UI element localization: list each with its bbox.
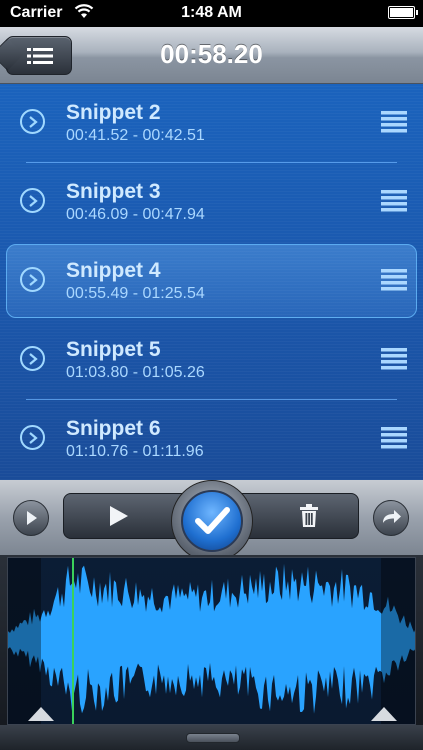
- playhead-marker[interactable]: [72, 558, 74, 724]
- elapsed-time-title: 00:58.20: [160, 39, 263, 69]
- reorder-handle-icon[interactable]: [381, 190, 407, 212]
- trash-icon: [300, 504, 318, 527]
- unselected-region-left: [8, 558, 41, 724]
- play-circle-icon[interactable]: [20, 109, 45, 134]
- snippet-range: 00:55.49 - 01:25.54: [66, 285, 205, 302]
- checkmark-icon: [195, 507, 230, 534]
- play-circle-icon[interactable]: [20, 267, 45, 292]
- reorder-handle-icon[interactable]: [381, 348, 407, 370]
- play-circle-icon[interactable]: [20, 346, 45, 371]
- playback-controls: [0, 480, 423, 562]
- end-handle-icon[interactable]: [371, 707, 397, 721]
- snippet-row[interactable]: Snippet 2 00:41.52 - 00:42.51: [0, 84, 423, 163]
- waveform-panel[interactable]: [7, 557, 416, 725]
- snippet-range: 01:10.76 - 01:11.96: [66, 443, 204, 460]
- play-circle-icon[interactable]: [20, 425, 45, 450]
- snippet-name: Snippet 4: [66, 259, 161, 282]
- preview-play-button[interactable]: [13, 500, 49, 536]
- confirm-button[interactable]: [171, 480, 253, 562]
- snippet-name: Snippet 5: [66, 338, 161, 361]
- waveform-graphic: [8, 563, 415, 714]
- unselected-region-right: [381, 558, 415, 724]
- snippet-range: 00:46.09 - 00:47.94: [66, 206, 205, 223]
- snippet-name: Snippet 6: [66, 417, 161, 440]
- snippet-row-selected[interactable]: Snippet 4 00:55.49 - 01:25.54: [0, 242, 423, 321]
- battery-icon: [388, 6, 418, 19]
- snippet-name: Snippet 3: [66, 180, 161, 203]
- title-bar: 00:58.20: [0, 27, 423, 84]
- waveform-area: [0, 555, 423, 725]
- confirm-button-face: [181, 490, 243, 552]
- reorder-handle-icon[interactable]: [381, 427, 407, 449]
- snippet-row[interactable]: Snippet 5 01:03.80 - 01:05.26: [0, 321, 423, 400]
- reorder-handle-icon[interactable]: [381, 111, 407, 133]
- forward-arrow-icon: [383, 510, 401, 523]
- delete-button[interactable]: [241, 493, 359, 539]
- forward-button[interactable]: [373, 500, 409, 536]
- status-bar: Carrier 1:48 AM: [0, 0, 423, 27]
- play-circle-icon[interactable]: [20, 188, 45, 213]
- snippet-name: Snippet 2: [66, 101, 161, 124]
- snippet-row[interactable]: Snippet 3 00:46.09 - 00:47.94: [0, 163, 423, 242]
- start-handle-icon[interactable]: [28, 707, 54, 721]
- play-circle-icon: [27, 511, 37, 525]
- drag-grip[interactable]: [186, 733, 240, 743]
- play-button[interactable]: [63, 493, 183, 539]
- status-time: 1:48 AM: [181, 4, 242, 21]
- snippet-list[interactable]: Snippet 2 00:41.52 - 00:42.51 Snippet 3 …: [0, 84, 423, 480]
- play-icon: [110, 506, 128, 526]
- reorder-handle-icon[interactable]: [381, 269, 407, 291]
- bottom-bar: [0, 725, 423, 750]
- snippet-range: 01:03.80 - 01:05.26: [66, 364, 205, 381]
- snippet-row[interactable]: Snippet 6 01:10.76 - 01:11.96: [0, 400, 423, 479]
- waveform-shape: [8, 563, 415, 714]
- snippet-range: 00:41.52 - 00:42.51: [66, 127, 205, 144]
